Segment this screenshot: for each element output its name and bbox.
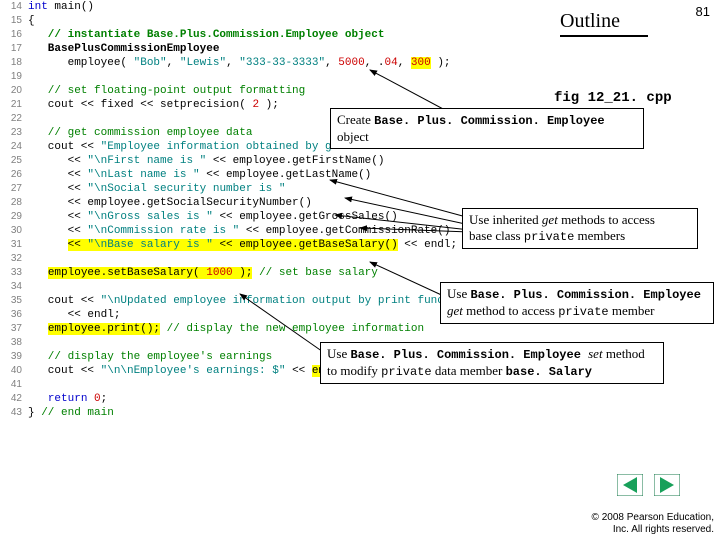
callout-inherited-get: Use inherited get methods to access base… bbox=[462, 208, 698, 249]
figure-label: fig 12_21. cpp bbox=[554, 90, 672, 106]
callout-create-object: Create Base. Plus. Commission. Employee … bbox=[330, 108, 644, 149]
outline-heading: Outline bbox=[560, 10, 648, 37]
prev-icon[interactable] bbox=[617, 474, 643, 496]
page-number: 81 bbox=[696, 4, 710, 19]
callout-set-method: Use Base. Plus. Commission. Employee set… bbox=[320, 342, 664, 384]
nav-buttons bbox=[613, 474, 680, 500]
next-icon[interactable] bbox=[654, 474, 680, 496]
copyright: © 2008 Pearson Education,Inc. All rights… bbox=[592, 512, 714, 536]
callout-get-method: Use Base. Plus. Commission. Employee get… bbox=[440, 282, 714, 324]
